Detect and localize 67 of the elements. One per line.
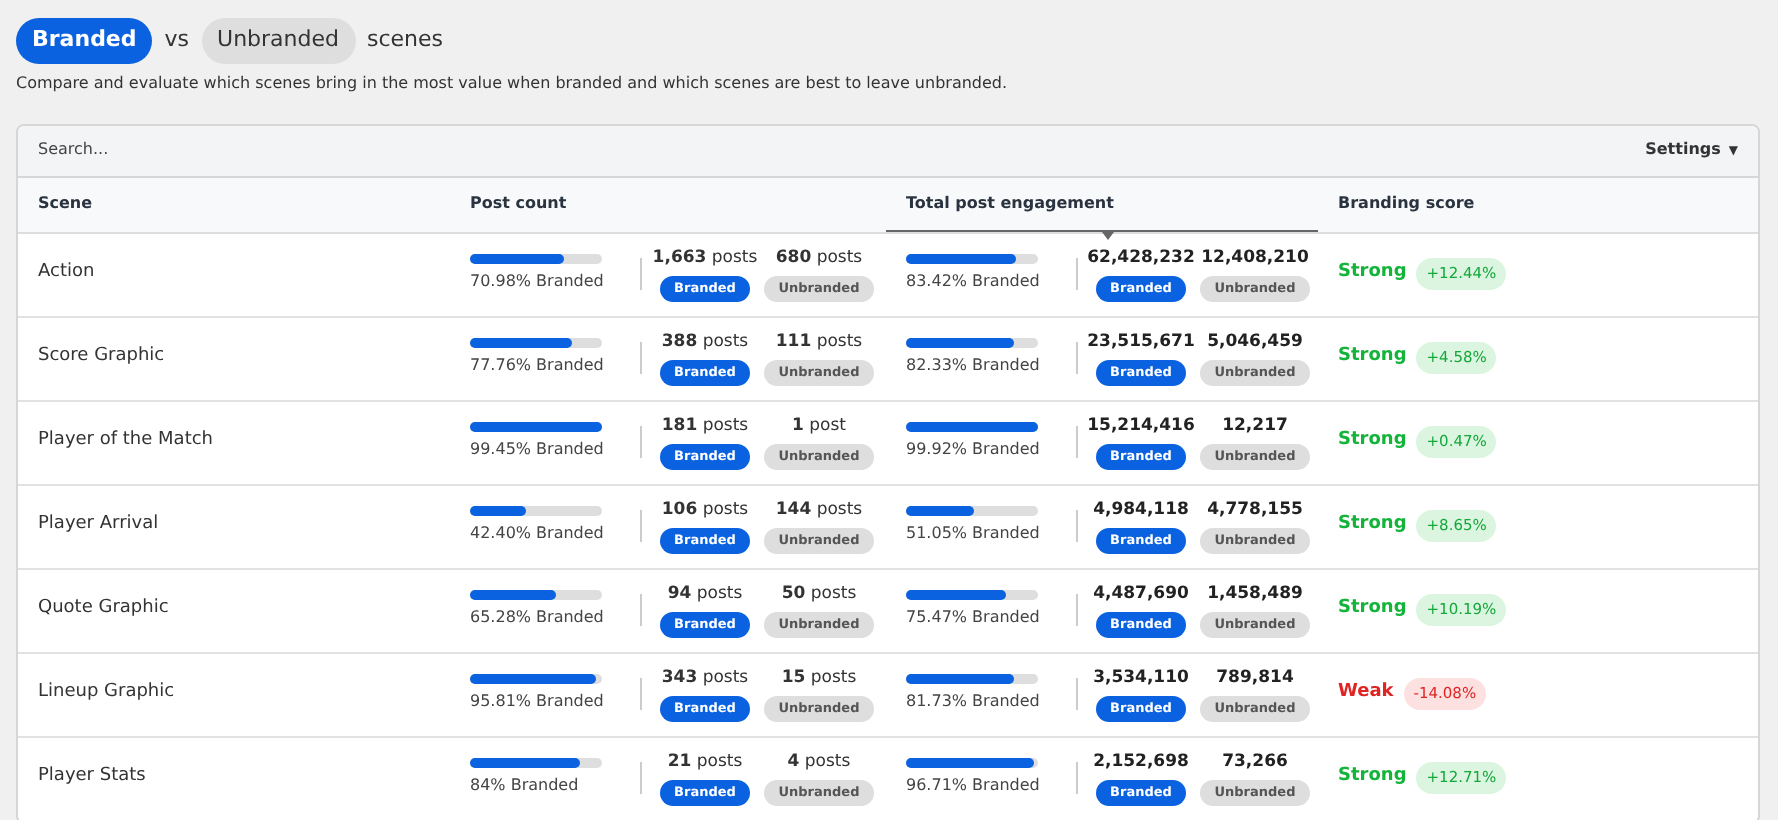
branded-share: 84% Branded xyxy=(470,774,581,798)
scene-name: Score Graphic xyxy=(38,344,165,371)
count-value: 94 posts xyxy=(667,582,743,608)
count-value: 23,515,671 xyxy=(1087,330,1195,356)
count-value: 2,152,698 xyxy=(1093,750,1189,776)
count-value: 62,428,232 xyxy=(1087,246,1195,272)
count-value: 343 posts xyxy=(661,666,749,692)
count-value: 21 posts xyxy=(667,750,743,776)
sort-caret-icon xyxy=(1102,231,1114,239)
count-value: 4,487,690 xyxy=(1093,582,1189,608)
column-header[interactable]: Branding score xyxy=(1318,177,1758,231)
scene-name: Lineup Graphic xyxy=(38,680,175,707)
score-rating: Strong xyxy=(1338,344,1407,371)
column-header[interactable]: Total post engagement xyxy=(886,177,1318,231)
column-header[interactable]: Post count xyxy=(450,177,886,231)
branded-share: 95.81% Branded xyxy=(470,690,606,714)
count-value: 388 posts xyxy=(661,330,749,356)
branded-share: 70.98% Branded xyxy=(470,270,606,294)
heading-suffix: scenes xyxy=(367,24,444,56)
branded-share: 82.33% Branded xyxy=(906,354,1042,378)
score-rating: Strong xyxy=(1338,596,1407,623)
score-rating: Strong xyxy=(1338,764,1407,791)
branded-share: 81.73% Branded xyxy=(906,690,1042,714)
scene-name: Player Arrival xyxy=(38,512,159,539)
count-value: 5,046,459 xyxy=(1207,330,1303,356)
column-header[interactable]: Scene xyxy=(18,177,450,231)
count-value: 12,408,210 xyxy=(1201,246,1309,272)
count-value: 144 posts xyxy=(775,498,863,524)
count-value: 1 post xyxy=(792,414,846,440)
branded-share: 51.05% Branded xyxy=(906,522,1042,546)
scene-name: Quote Graphic xyxy=(38,596,169,623)
count-value: 181 posts xyxy=(661,414,749,440)
count-value: 50 posts xyxy=(781,582,857,608)
branded-share: 65.28% Branded xyxy=(470,606,606,630)
count-value: 4 posts xyxy=(787,750,851,776)
count-value: 15 posts xyxy=(781,666,857,692)
count-value: 12,217 xyxy=(1222,414,1288,440)
scene-name: Player of the Match xyxy=(38,428,213,455)
count-value: 1,663 posts xyxy=(652,246,758,272)
description: Compare and evaluate which scenes bring in the most value when branded and which scenes are best to leave unbranded. xyxy=(16,71,1010,95)
score-rating: Strong xyxy=(1338,260,1407,287)
branded-share: 83.42% Branded xyxy=(906,270,1042,294)
scene-name: Action xyxy=(38,260,95,287)
count-value: 680 posts xyxy=(775,246,863,272)
count-value: 1,458,489 xyxy=(1207,582,1303,608)
unbranded-pill[interactable]: Unbranded xyxy=(201,18,356,63)
branded-share: 42.40% Branded xyxy=(470,522,606,546)
count-value: 4,778,155 xyxy=(1207,498,1303,524)
count-value: 3,534,110 xyxy=(1093,666,1189,692)
branded-share: 99.45% Branded xyxy=(470,438,606,462)
branded-share: 96.71% Branded xyxy=(906,774,1042,798)
count-value: 15,214,416 xyxy=(1087,414,1195,440)
scene-name: Player Stats xyxy=(38,764,146,791)
score-rating: Strong xyxy=(1338,512,1407,539)
score-rating: Strong xyxy=(1338,428,1407,455)
search-field[interactable]: Search... xyxy=(38,138,638,162)
branded-pill[interactable]: Branded xyxy=(16,18,153,63)
count-value: 4,984,118 xyxy=(1093,498,1189,524)
count-value: 73,266 xyxy=(1222,750,1288,776)
vs-text: vs xyxy=(164,24,190,56)
count-value: 106 posts xyxy=(661,498,749,524)
branded-share: 77.76% Branded xyxy=(470,354,606,378)
branded-share: 75.47% Branded xyxy=(906,606,1042,630)
count-value: 789,814 xyxy=(1216,666,1294,692)
count-value: 111 posts xyxy=(775,330,863,356)
score-rating: Weak xyxy=(1338,680,1394,707)
branded-share: 99.92% Branded xyxy=(906,438,1042,462)
